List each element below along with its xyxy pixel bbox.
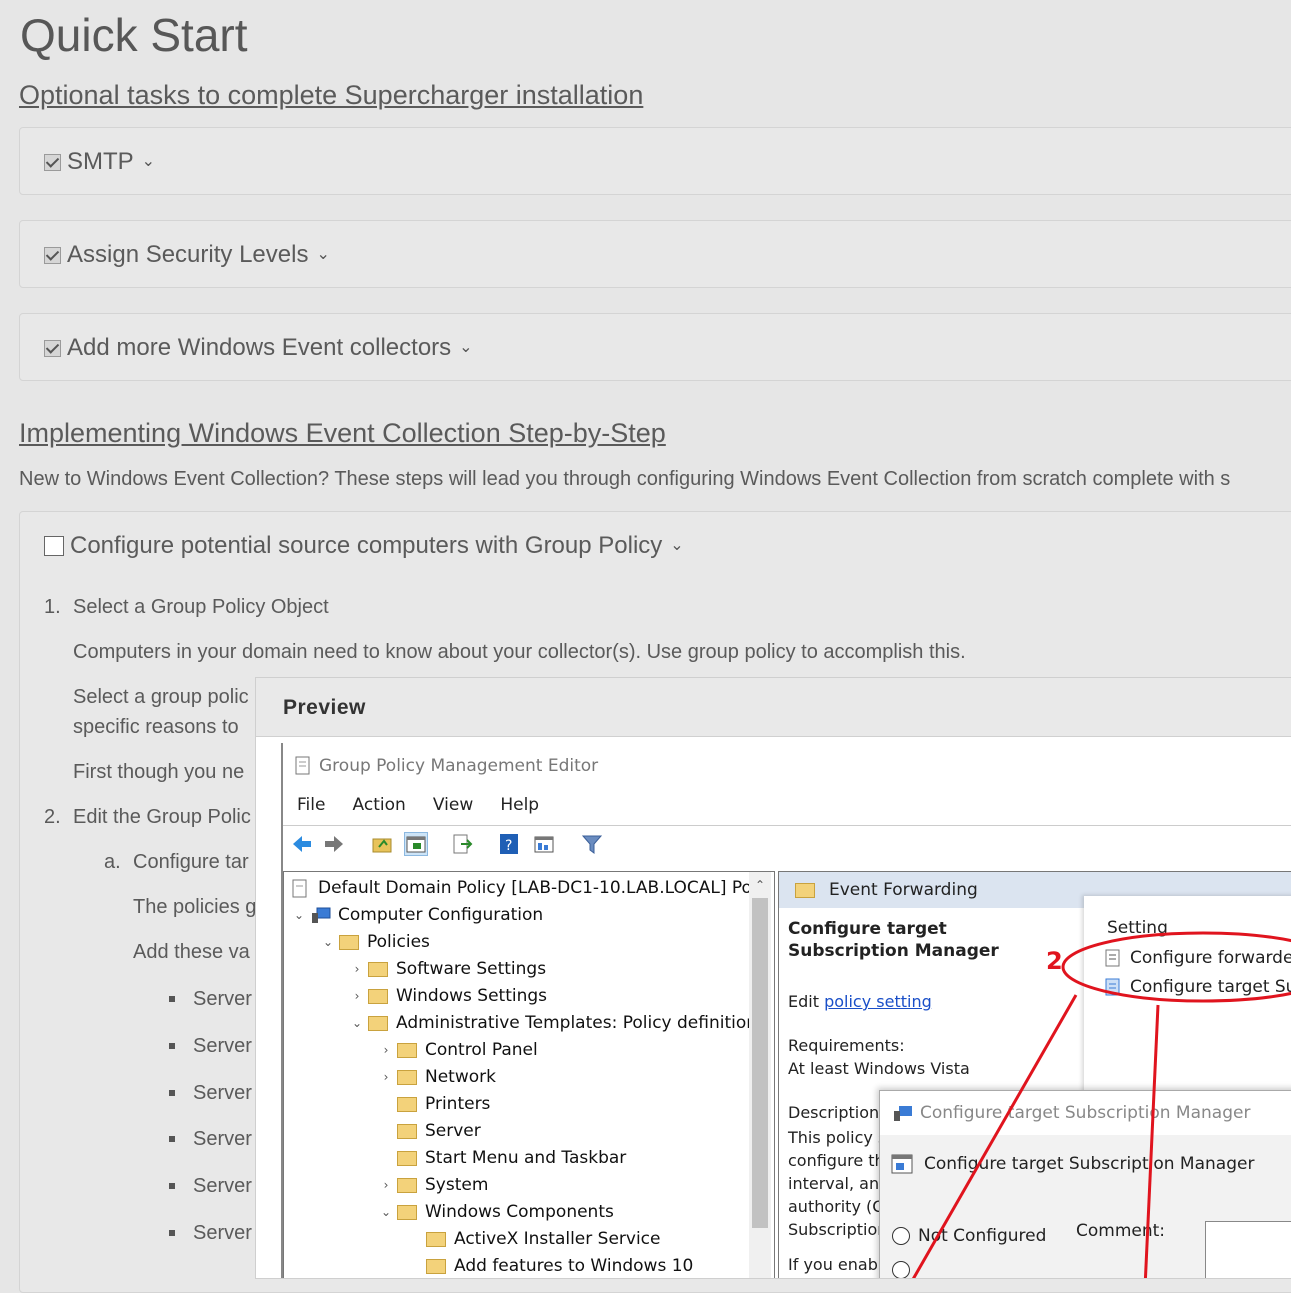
step-1-paragraph: Computers in your domain need to know ab… [73, 641, 966, 663]
annotation-line-1 [912, 994, 1078, 1278]
step-2-marker: 2. [44, 806, 61, 828]
checkbox-checked-icon[interactable] [44, 153, 61, 171]
group-policy-toggle[interactable]: Configure potential source computers wit… [44, 532, 684, 560]
gpme-screenshot: Group Policy Management Editor File Acti… [281, 743, 1291, 1278]
smtp-label: SMTP [67, 148, 134, 175]
step-1-marker: 1. [44, 596, 61, 618]
optional-tasks-link[interactable]: Optional tasks to complete Supercharger … [19, 80, 643, 111]
bullet-item: Server [193, 1128, 252, 1150]
step-1-paragraph-3: First though you ne [73, 761, 245, 783]
step-2-title: Edit the Group Polic [73, 806, 251, 828]
annotation-number: 2 [1046, 947, 1063, 975]
bullet-icon [169, 1090, 175, 1096]
checkbox-checked-icon[interactable] [44, 339, 61, 357]
bullet-icon [169, 996, 175, 1002]
chevron-down-icon: ⌄ [316, 246, 330, 263]
bullet-icon [169, 1136, 175, 1142]
chevron-down-icon: ⌄ [459, 339, 473, 356]
collectors-toggle[interactable]: Add more Windows Event collectors ⌄ [44, 334, 473, 362]
preview-header: Preview [256, 678, 1291, 737]
smtp-toggle[interactable]: SMTP ⌄ [44, 148, 155, 176]
step-1-paragraph-2a: Select a group polic [73, 686, 249, 708]
smtp-card: SMTP ⌄ [19, 127, 1291, 195]
collectors-label: Add more Windows Event collectors [67, 334, 452, 361]
annotation-overlay [912, 931, 1291, 1278]
wec-intro: New to Windows Event Collection? These s… [19, 468, 1231, 490]
bullet-item: Server [193, 1082, 252, 1104]
chevron-down-icon: ⌄ [141, 153, 156, 170]
checkbox-checked-icon[interactable] [44, 246, 61, 264]
annotation-ellipse [1061, 931, 1291, 1003]
substep-a-title: Configure tar [133, 851, 249, 873]
step-1-paragraph-2b: specific reasons to [73, 716, 239, 738]
substep-a-marker: a. [104, 851, 121, 873]
group-policy-label: Configure potential source computers wit… [70, 532, 663, 559]
chevron-down-icon: ⌄ [670, 537, 684, 554]
checkbox-unchecked-icon[interactable] [44, 536, 64, 556]
page-title: Quick Start [20, 9, 248, 61]
preview-title: Preview [283, 696, 366, 719]
substep-a-paragraph-2: Add these va [133, 941, 250, 963]
collectors-card: Add more Windows Event collectors ⌄ [19, 313, 1291, 381]
bullet-item: Server [193, 1175, 252, 1197]
security-levels-label: Assign Security Levels [67, 241, 309, 268]
security-levels-toggle[interactable]: Assign Security Levels ⌄ [44, 241, 330, 269]
bullet-icon [169, 1043, 175, 1049]
bullet-icon [169, 1183, 175, 1189]
wec-heading-link[interactable]: Implementing Windows Event Collection St… [19, 418, 666, 449]
annotation-line-2 [1143, 1004, 1160, 1278]
bullet-item: Server [193, 1035, 252, 1057]
security-levels-card: Assign Security Levels ⌄ [19, 220, 1291, 288]
preview-popup: Preview Group Policy Management Editor F… [255, 677, 1291, 1279]
step-1-title: Select a Group Policy Object [73, 596, 329, 618]
bullet-item: Server [193, 1222, 252, 1244]
substep-a-paragraph: The policies g [133, 896, 257, 918]
bullet-item: Server [193, 988, 252, 1010]
bullet-icon [169, 1230, 175, 1236]
